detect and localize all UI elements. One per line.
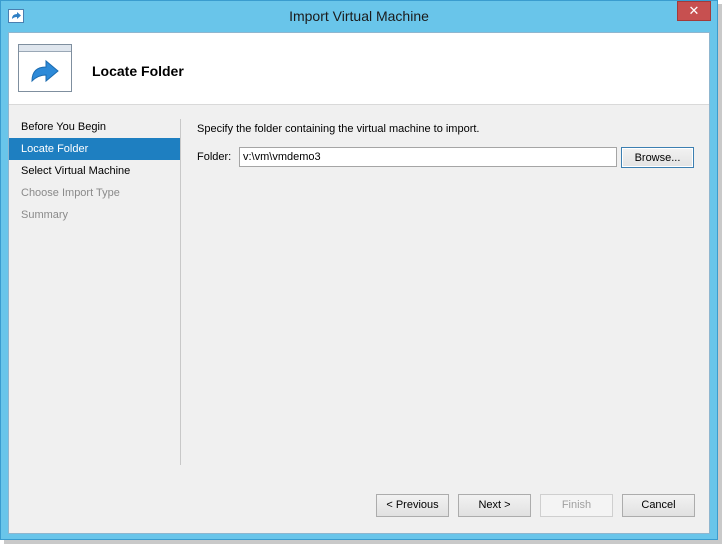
step-locate-folder[interactable]: Locate Folder	[9, 138, 181, 160]
browse-button[interactable]: Browse...	[621, 147, 694, 168]
window-title: Import Virtual Machine	[289, 8, 429, 24]
page-title: Locate Folder	[92, 63, 184, 79]
finish-button: Finish	[540, 494, 613, 517]
instruction-text: Specify the folder containing the virtua…	[197, 123, 480, 135]
nav-divider	[180, 119, 181, 465]
step-choose-import-type: Choose Import Type	[21, 187, 120, 199]
import-vm-window: Import Virtual Machine ✕ Locate Folder B…	[0, 0, 718, 540]
step-before-you-begin[interactable]: Before You Begin	[9, 116, 181, 138]
window-shadow-bottom	[4, 540, 722, 544]
folder-path-input[interactable]	[239, 147, 617, 167]
previous-button[interactable]: < Previous	[376, 494, 449, 517]
title-bar[interactable]: Import Virtual Machine ✕	[1, 1, 717, 32]
close-button[interactable]: ✕	[677, 1, 711, 21]
next-button[interactable]: Next >	[458, 494, 531, 517]
import-arrow-icon	[18, 44, 72, 92]
wizard-header: Locate Folder	[9, 33, 709, 105]
folder-label: Folder:	[197, 151, 232, 163]
step-summary: Summary	[21, 209, 69, 221]
window-shadow-right	[718, 4, 722, 544]
wizard-steps: Before You Begin Locate Folder Select Vi…	[9, 116, 181, 226]
window-frame-icon-bar	[19, 45, 71, 52]
wizard-body: Locate Folder Before You Begin Locate Fo…	[8, 32, 710, 534]
cancel-button[interactable]: Cancel	[622, 494, 695, 517]
step-select-virtual-machine[interactable]: Select Virtual Machine	[9, 160, 181, 182]
